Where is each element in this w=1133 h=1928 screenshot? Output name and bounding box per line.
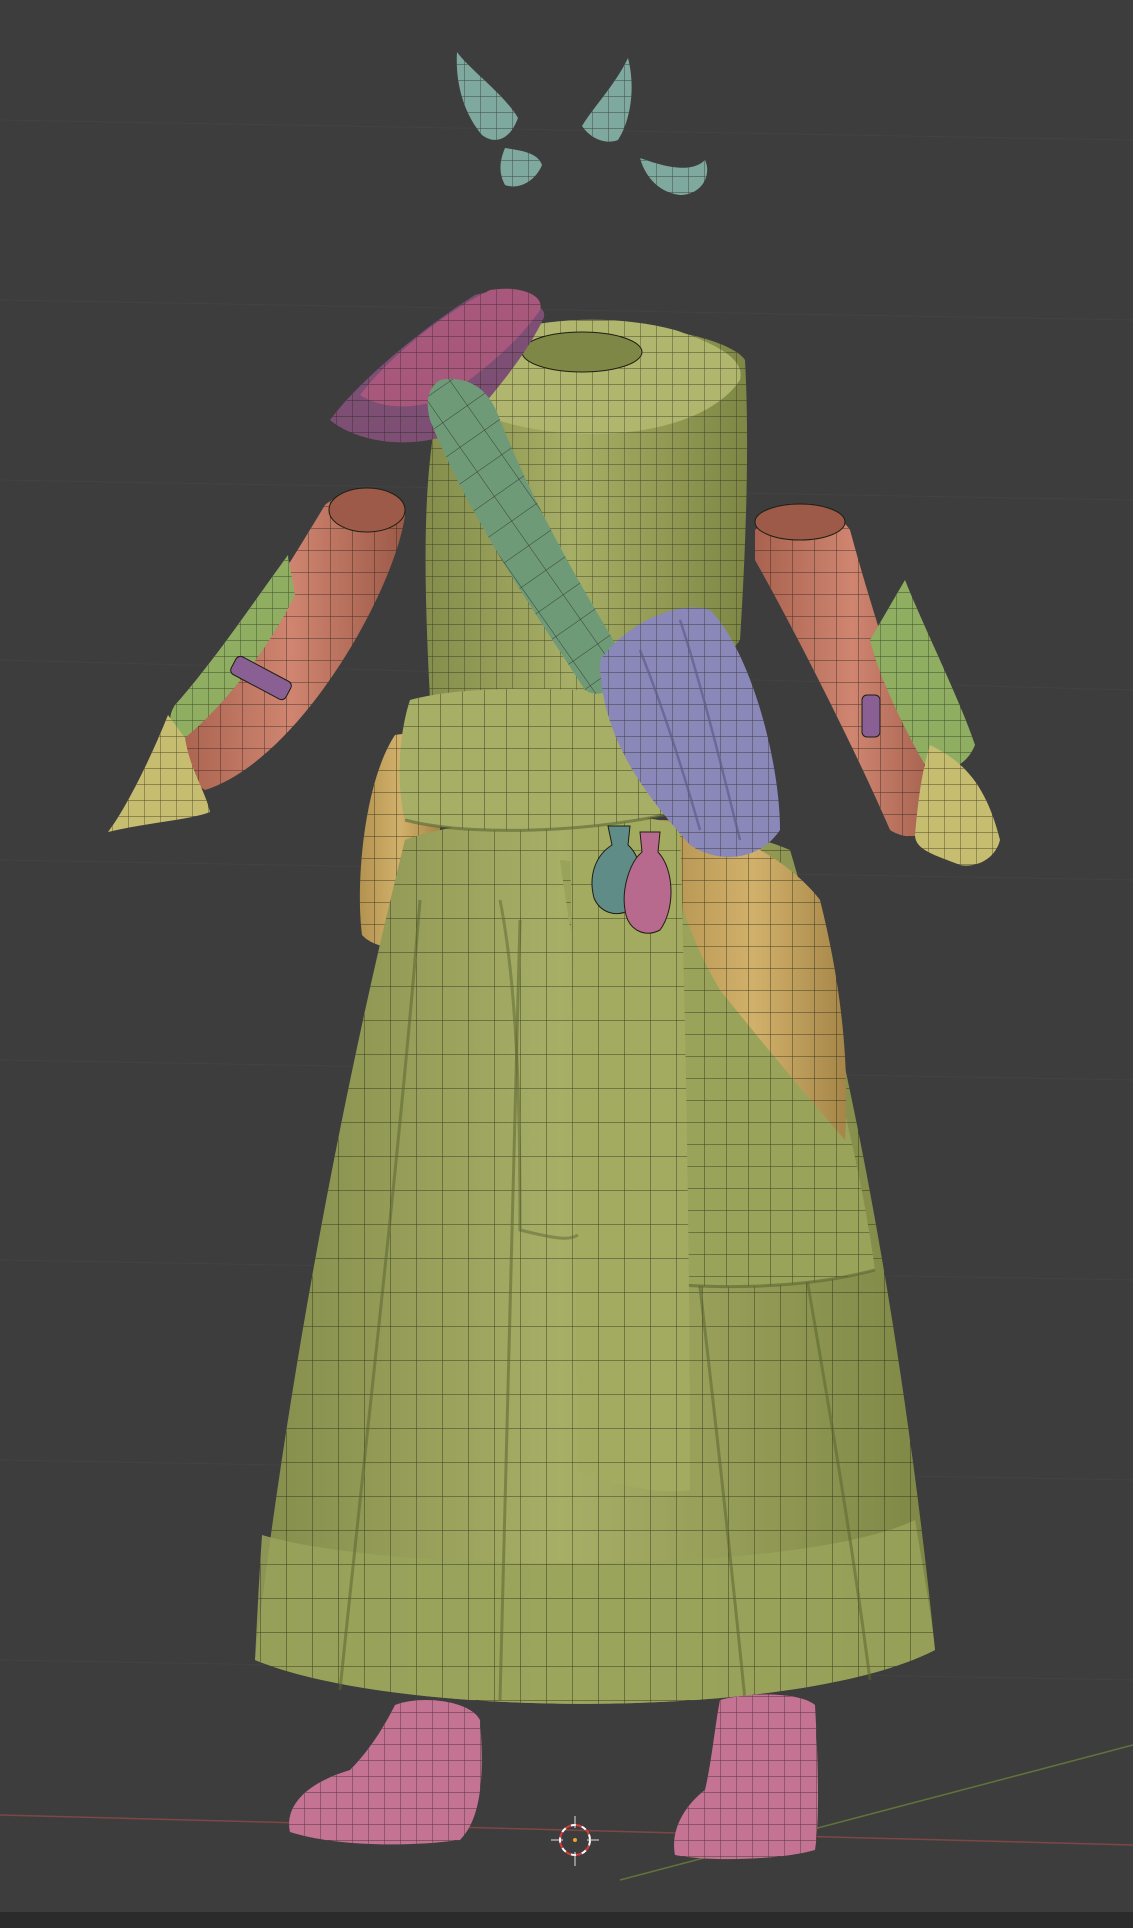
3d-cursor-icon[interactable] [551, 1816, 599, 1866]
right-sleeve-opening [754, 503, 846, 541]
x-axis-line [0, 1814, 1133, 1846]
horns[interactable] [456, 52, 708, 195]
left-sleeve[interactable] [176, 487, 406, 790]
right-glove-strap [861, 694, 881, 738]
right-cuff[interactable] [915, 745, 1000, 866]
viewport-canvas[interactable] [0, 0, 1133, 1928]
left-sleeve-opening [328, 487, 406, 533]
3d-viewport[interactable] [0, 0, 1133, 1928]
neck-opening [521, 331, 643, 373]
boots[interactable] [289, 1694, 819, 1860]
viewport-bottom-edge [0, 1912, 1133, 1928]
